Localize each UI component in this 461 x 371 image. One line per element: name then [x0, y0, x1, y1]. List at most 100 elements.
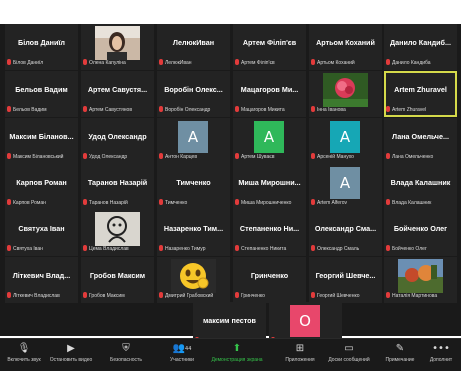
muted-mic-icon: [386, 245, 390, 251]
participant-name-caption: Гринченко: [235, 292, 304, 300]
participant-tile[interactable]: Гринченко Гринченко: [233, 257, 306, 303]
participant-tile[interactable]: Artem Zhuravel Artem Zhuravel: [384, 71, 457, 117]
participant-tile[interactable]: Максим Біланов... Максим Білановський: [5, 118, 78, 164]
muted-mic-icon: [159, 59, 163, 65]
muted-mic-icon: [159, 292, 163, 298]
participant-tile[interactable]: Артем Філіп'єв Артем Філіп'єв: [233, 24, 306, 70]
participant-display-name: Карпов Роман: [16, 178, 67, 187]
participant-caption-text: Цема Владислав: [89, 246, 129, 252]
participant-tile[interactable]: Таранов Назарій Таранов Назарій: [81, 164, 154, 210]
unmute-label: Включить звук: [7, 357, 41, 363]
participant-caption-text: Артем Філіп'єв: [241, 60, 275, 66]
muted-mic-icon: [311, 199, 315, 205]
participant-tile[interactable]: Карпов Роман Карпов Роман: [5, 164, 78, 210]
participant-tile[interactable]: Інна Іванова: [309, 71, 382, 117]
participants-button[interactable]: 👥44 Участники: [160, 343, 204, 363]
participant-display-name: Влада Калашник: [390, 178, 451, 187]
participant-caption-text: Лана Омельченко: [392, 154, 434, 160]
muted-mic-icon: [311, 153, 315, 159]
participant-tile[interactable]: Назаренко Тим... Назаренко Тимур: [157, 210, 230, 256]
participant-tile[interactable]: Тимченко Тимченко: [157, 164, 230, 210]
share-screen-icon: ⬆: [232, 343, 242, 354]
participant-name-caption: Степаненко Никита: [235, 245, 304, 253]
participant-display-name: Гробов Максим: [89, 271, 146, 280]
participant-tile[interactable]: Олександр Сма... Олександр Смаль: [309, 210, 382, 256]
share-screen-button[interactable]: ⬆ Демонстрация экрана: [208, 343, 266, 363]
participant-tile[interactable]: Дмитрий Грабовский: [157, 257, 230, 303]
muted-mic-icon: [386, 153, 390, 159]
participant-tile[interactable]: Олена Капуліна: [81, 24, 154, 70]
participant-display-name: Воробін Олекс...: [164, 85, 223, 94]
participant-tile[interactable]: Бельов Вадим Бельов Вадим: [5, 71, 78, 117]
participant-name-caption: Artem Zhuravel: [386, 106, 455, 114]
share-screen-label: Демонстрация экрана: [211, 357, 263, 363]
muted-mic-icon: [7, 106, 11, 112]
participant-tile[interactable]: Артьом Коханий Артьом Коханий: [309, 24, 382, 70]
apps-icon: ⊞: [295, 343, 305, 354]
participant-display-name: Данило Кандиб...: [390, 38, 451, 47]
participant-tile[interactable]: Білов Даниїл Білов Даниїл: [5, 24, 78, 70]
participant-display-name: Артьом Коханий: [316, 38, 375, 47]
participant-display-name: Артем Філіп'єв: [242, 38, 297, 47]
participant-display-name: Максим Біланов...: [9, 132, 74, 141]
participant-tile[interactable]: A Антон Карцев: [157, 118, 230, 164]
participant-tile[interactable]: Гробов Максим Гробов Максим: [81, 257, 154, 303]
muted-mic-icon: [235, 199, 239, 205]
participant-display-name: Назаренко Тим...: [163, 224, 224, 233]
participant-tile[interactable]: Мацагоров Ми... Мацагоров Микита: [233, 71, 306, 117]
muted-mic-icon: [159, 106, 163, 112]
participant-tile[interactable]: Воробін Олекс... Воробін Олександр: [157, 71, 230, 117]
participant-tile[interactable]: Наталія Мартинова: [384, 257, 457, 303]
muted-mic-icon: [159, 245, 163, 251]
participant-tile[interactable]: Святуха Іван Святуха Іван: [5, 210, 78, 256]
participant-display-name: максим пестов: [203, 316, 256, 325]
stop-video-button[interactable]: ▶ Остановить видео: [46, 343, 96, 363]
muted-mic-icon: [386, 292, 390, 298]
notes-label: Примечание: [385, 357, 415, 363]
participant-caption-text: Тимченко: [165, 200, 188, 206]
participant-name-caption: Святуха Іван: [7, 245, 76, 253]
participant-display-name: Літкевич Влад...: [12, 271, 71, 280]
participant-caption-text: Арсеній Манухо: [317, 154, 354, 160]
muted-mic-icon: [235, 106, 239, 112]
more-button[interactable]: ••• Дополнит: [422, 343, 460, 363]
participant-tile[interactable]: Данило Кандиб... Данило Кандиба: [384, 24, 457, 70]
participant-tile[interactable]: Артем Савустя... Артем Савустянов: [81, 71, 154, 117]
whiteboard-button[interactable]: ▭ Доски сообщений: [322, 343, 376, 363]
participant-tile[interactable]: A Artem Alferov: [309, 164, 382, 210]
apps-button[interactable]: ⊞ Приложения: [278, 343, 322, 363]
participant-tile[interactable]: Миша Мирошни... Миша Мирошниченко: [233, 164, 306, 210]
participant-tile[interactable]: Удод Олександр Удод Олександр: [81, 118, 154, 164]
participant-name-caption: Лана Омельченко: [386, 153, 455, 161]
muted-mic-icon: [7, 245, 11, 251]
participant-display-name: Лана Омельче...: [392, 132, 449, 141]
participant-tile[interactable]: Лана Омельче... Лана Омельченко: [384, 118, 457, 164]
participant-tile[interactable]: A Артем Шуваєв: [233, 118, 306, 164]
participant-tile[interactable]: Степаненко Ни... Степаненко Никита: [233, 210, 306, 256]
participant-display-name: Артем Савустя...: [87, 85, 148, 94]
participant-display-name: ЛелюкИван: [172, 38, 215, 47]
participant-tile[interactable]: Бойченко Олег Бойченко Олег: [384, 210, 457, 256]
participant-tile[interactable]: Георгий Шевче... Георгий Шевченко: [309, 257, 382, 303]
participant-tile[interactable]: A Арсеній Манухо: [309, 118, 382, 164]
participant-tile[interactable]: Цема Владислав: [81, 210, 154, 256]
participant-name-caption: ЛелюкИван: [159, 59, 228, 67]
participant-name-caption: Цема Владислав: [83, 245, 152, 253]
participant-name-caption: Дмитрий Грабовский: [159, 292, 228, 300]
participant-name-caption: Артем Шуваєв: [235, 153, 304, 161]
security-button[interactable]: ⛨ Безопасность: [104, 343, 148, 363]
muted-mic-icon: [311, 59, 315, 65]
participant-tile[interactable]: ЛелюкИван ЛелюкИван: [157, 24, 230, 70]
participant-video-image: [171, 259, 216, 293]
gallery-view: Білов Даниїл Білов Даниїл Олена Капуліна Ле…: [0, 24, 461, 348]
participant-tile[interactable]: Влада Калашник Влада Калашник: [384, 164, 457, 210]
muted-mic-icon: [235, 153, 239, 159]
muted-mic-icon: [235, 59, 239, 65]
participant-tile[interactable]: Літкевич Влад... Літкевич Владислав: [5, 257, 78, 303]
unmute-button[interactable]: 🎙 Включить звук: [2, 343, 46, 363]
notes-button[interactable]: ✎ Примечание: [378, 343, 422, 363]
participant-name-caption: Артем Савустянов: [83, 106, 152, 114]
meeting-toolbar: 🎙 Включить звук ▶ Остановить видео ⛨ Без…: [0, 338, 461, 371]
more-icon: •••: [432, 343, 450, 354]
participant-initial-avatar: A: [178, 121, 208, 153]
